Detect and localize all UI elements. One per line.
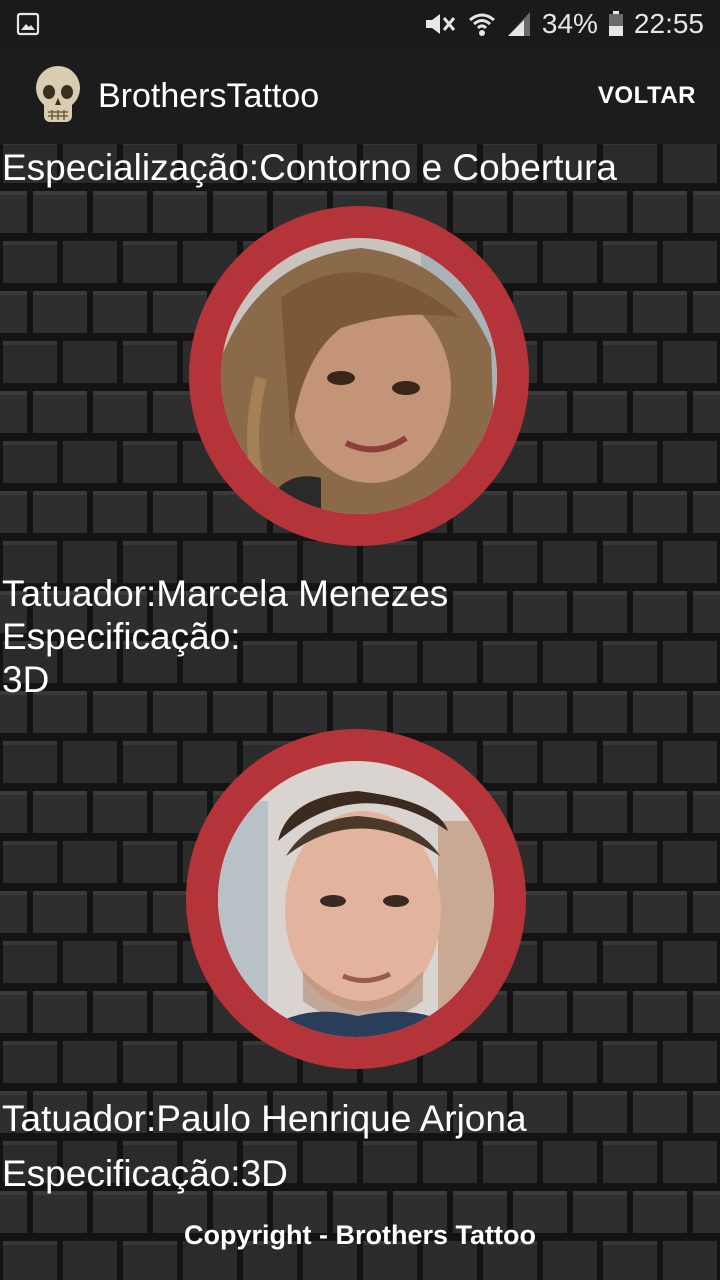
tattooist-name: Tatuador:Paulo Henrique Arjona [2,1098,527,1139]
app-bar: BrothersTattoo VOLTAR [0,48,720,144]
person-photo [221,238,497,514]
battery-icon [608,10,624,38]
tattooist-avatar[interactable] [189,206,529,546]
tattooist-specification-value: 3D [2,659,50,700]
signal-icon [506,10,532,38]
app-title: BrothersTattoo [98,77,320,115]
person-photo [218,761,494,1037]
clock: 22:55 [633,8,704,39]
specialization-title: Especialização:Contorno e Cobertura [2,147,617,188]
tattooist-avatar[interactable] [186,729,526,1069]
tattooist-name: Tatuador:Marcela Menezes [2,573,449,614]
status-bar: 34% 22:55 [0,0,720,48]
voltar-button[interactable]: VOLTAR [598,48,696,144]
mute-icon [422,10,458,38]
wifi-icon [468,10,496,38]
tattooist-specification-label: Especificação: [2,616,241,657]
tattooists-screen[interactable]: Especialização:Contorno e Cobertura Tatu… [0,144,720,1280]
tattooist-specification-label: Especificação:3D [2,1153,288,1194]
image-icon [16,12,40,36]
battery-percent: 34% [541,8,598,39]
copyright-footer: Copyright - Brothers Tattoo [184,1220,536,1250]
skull-icon [32,64,84,128]
status-icons: 34% 22:55 [422,0,704,48]
